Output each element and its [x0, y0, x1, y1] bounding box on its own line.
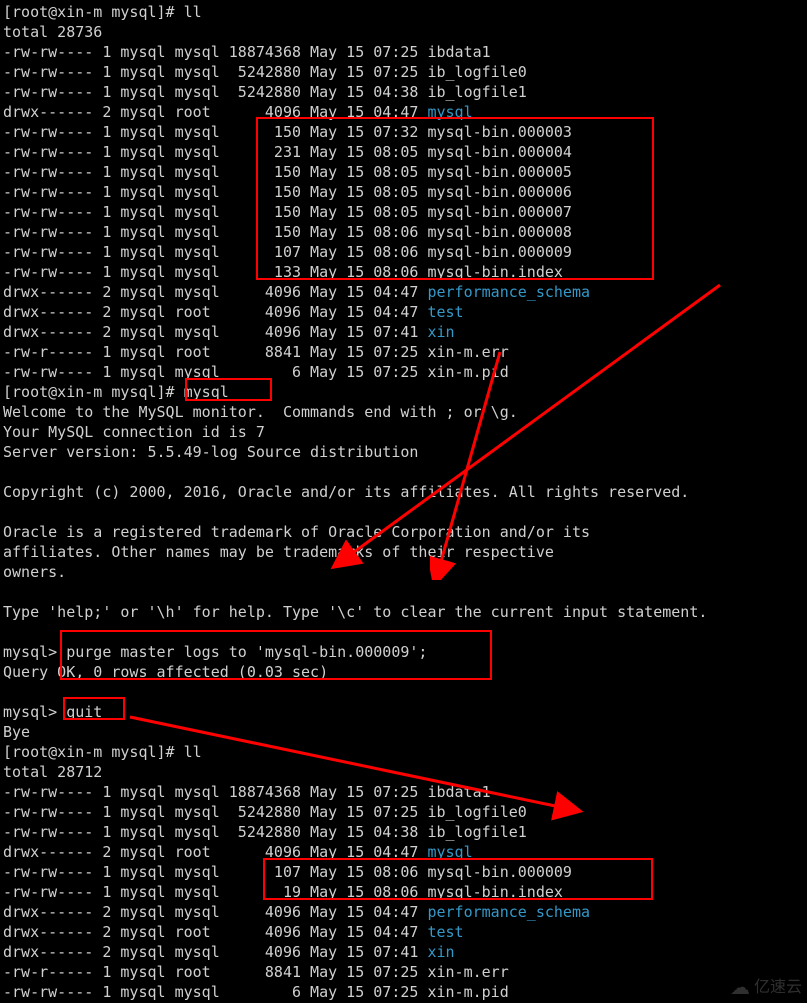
ls-row: -rw-rw---- 1 mysql mysql 107 May 15 08:0…: [3, 862, 804, 882]
mysql-prompt: mysql> purge master logs to 'mysql-bin.0…: [3, 642, 804, 662]
ls-row: -rw-rw---- 1 mysql mysql 150 May 15 08:0…: [3, 162, 804, 182]
ls-row: -rw-rw---- 1 mysql mysql 231 May 15 08:0…: [3, 142, 804, 162]
ls-row: -rw-rw---- 1 mysql mysql 150 May 15 08:0…: [3, 182, 804, 202]
ls-row: -rw-rw---- 1 mysql mysql 18874368 May 15…: [3, 42, 804, 62]
ls-row: -rw-rw---- 1 mysql mysql 19 May 15 08:06…: [3, 882, 804, 902]
mysql-welcome-line: Your MySQL connection id is 7: [3, 422, 804, 442]
mysql-welcome-line: Copyright (c) 2000, 2016, Oracle and/or …: [3, 482, 804, 502]
watermark: ☁亿速云: [730, 978, 802, 998]
ls-row: drwx------ 2 mysql mysql 4096 May 15 04:…: [3, 282, 804, 302]
mysql-welcome-line: Welcome to the MySQL monitor. Commands e…: [3, 402, 804, 422]
mysql-welcome-line: [3, 462, 804, 482]
mysql-welcome-line: [3, 502, 804, 522]
ls-row: -rw-rw---- 1 mysql mysql 150 May 15 08:0…: [3, 222, 804, 242]
ls-row: -rw-rw---- 1 mysql mysql 18874368 May 15…: [3, 782, 804, 802]
ls-row: drwx------ 2 mysql mysql 4096 May 15 07:…: [3, 942, 804, 962]
ls-row: -rw-r----- 1 mysql root 8841 May 15 07:2…: [3, 342, 804, 362]
mysql-result: Query OK, 0 rows affected (0.03 sec): [3, 662, 804, 682]
ls-row: drwx------ 2 mysql root 4096 May 15 04:4…: [3, 922, 804, 942]
mysql-welcome-line: [3, 622, 804, 642]
ls-row: -rw-rw---- 1 mysql mysql 5242880 May 15 …: [3, 62, 804, 82]
mysql-welcome-line: Server version: 5.5.49-log Source distri…: [3, 442, 804, 462]
mysql-welcome-line: Type 'help;' or '\h' for help. Type '\c'…: [3, 602, 804, 622]
ls-row: drwx------ 2 mysql root 4096 May 15 04:4…: [3, 842, 804, 862]
shell-prompt: [root@xin-m mysql]# ll: [3, 2, 804, 22]
terminal-output[interactable]: [root@xin-m mysql]# lltotal 28736-rw-rw-…: [3, 2, 804, 1002]
ls-row: -rw-rw---- 1 mysql mysql 150 May 15 08:0…: [3, 202, 804, 222]
ls-row: -rw-rw---- 1 mysql mysql 5242880 May 15 …: [3, 802, 804, 822]
ls-row: drwx------ 2 mysql root 4096 May 15 04:4…: [3, 102, 804, 122]
blank-line: [3, 682, 804, 702]
ls-row: drwx------ 2 mysql root 4096 May 15 04:4…: [3, 302, 804, 322]
ls-row: -rw-rw---- 1 mysql mysql 133 May 15 08:0…: [3, 262, 804, 282]
ls-row: -rw-rw---- 1 mysql mysql 6 May 15 07:25 …: [3, 362, 804, 382]
ls-row: drwx------ 2 mysql mysql 4096 May 15 04:…: [3, 902, 804, 922]
total-line: total 28736: [3, 22, 804, 42]
ls-row: drwx------ 2 mysql mysql 4096 May 15 07:…: [3, 322, 804, 342]
mysql-welcome-line: Oracle is a registered trademark of Orac…: [3, 522, 804, 542]
mysql-prompt: mysql> quit: [3, 702, 804, 722]
ls-row: -rw-rw---- 1 mysql mysql 150 May 15 07:3…: [3, 122, 804, 142]
ls-row: -rw-rw---- 1 mysql mysql 107 May 15 08:0…: [3, 242, 804, 262]
ls-row: -rw-rw---- 1 mysql mysql 6 May 15 07:25 …: [3, 982, 804, 1002]
mysql-welcome-line: [3, 582, 804, 602]
total-line: total 28712: [3, 762, 804, 782]
ls-row: -rw-r----- 1 mysql root 8841 May 15 07:2…: [3, 962, 804, 982]
mysql-welcome-line: owners.: [3, 562, 804, 582]
ls-row: -rw-rw---- 1 mysql mysql 5242880 May 15 …: [3, 82, 804, 102]
shell-prompt: [root@xin-m mysql]# ll: [3, 742, 804, 762]
mysql-welcome-line: affiliates. Other names may be trademark…: [3, 542, 804, 562]
ls-row: -rw-rw---- 1 mysql mysql 5242880 May 15 …: [3, 822, 804, 842]
shell-prompt: [root@xin-m mysql]# mysql: [3, 382, 804, 402]
bye-line: Bye: [3, 722, 804, 742]
